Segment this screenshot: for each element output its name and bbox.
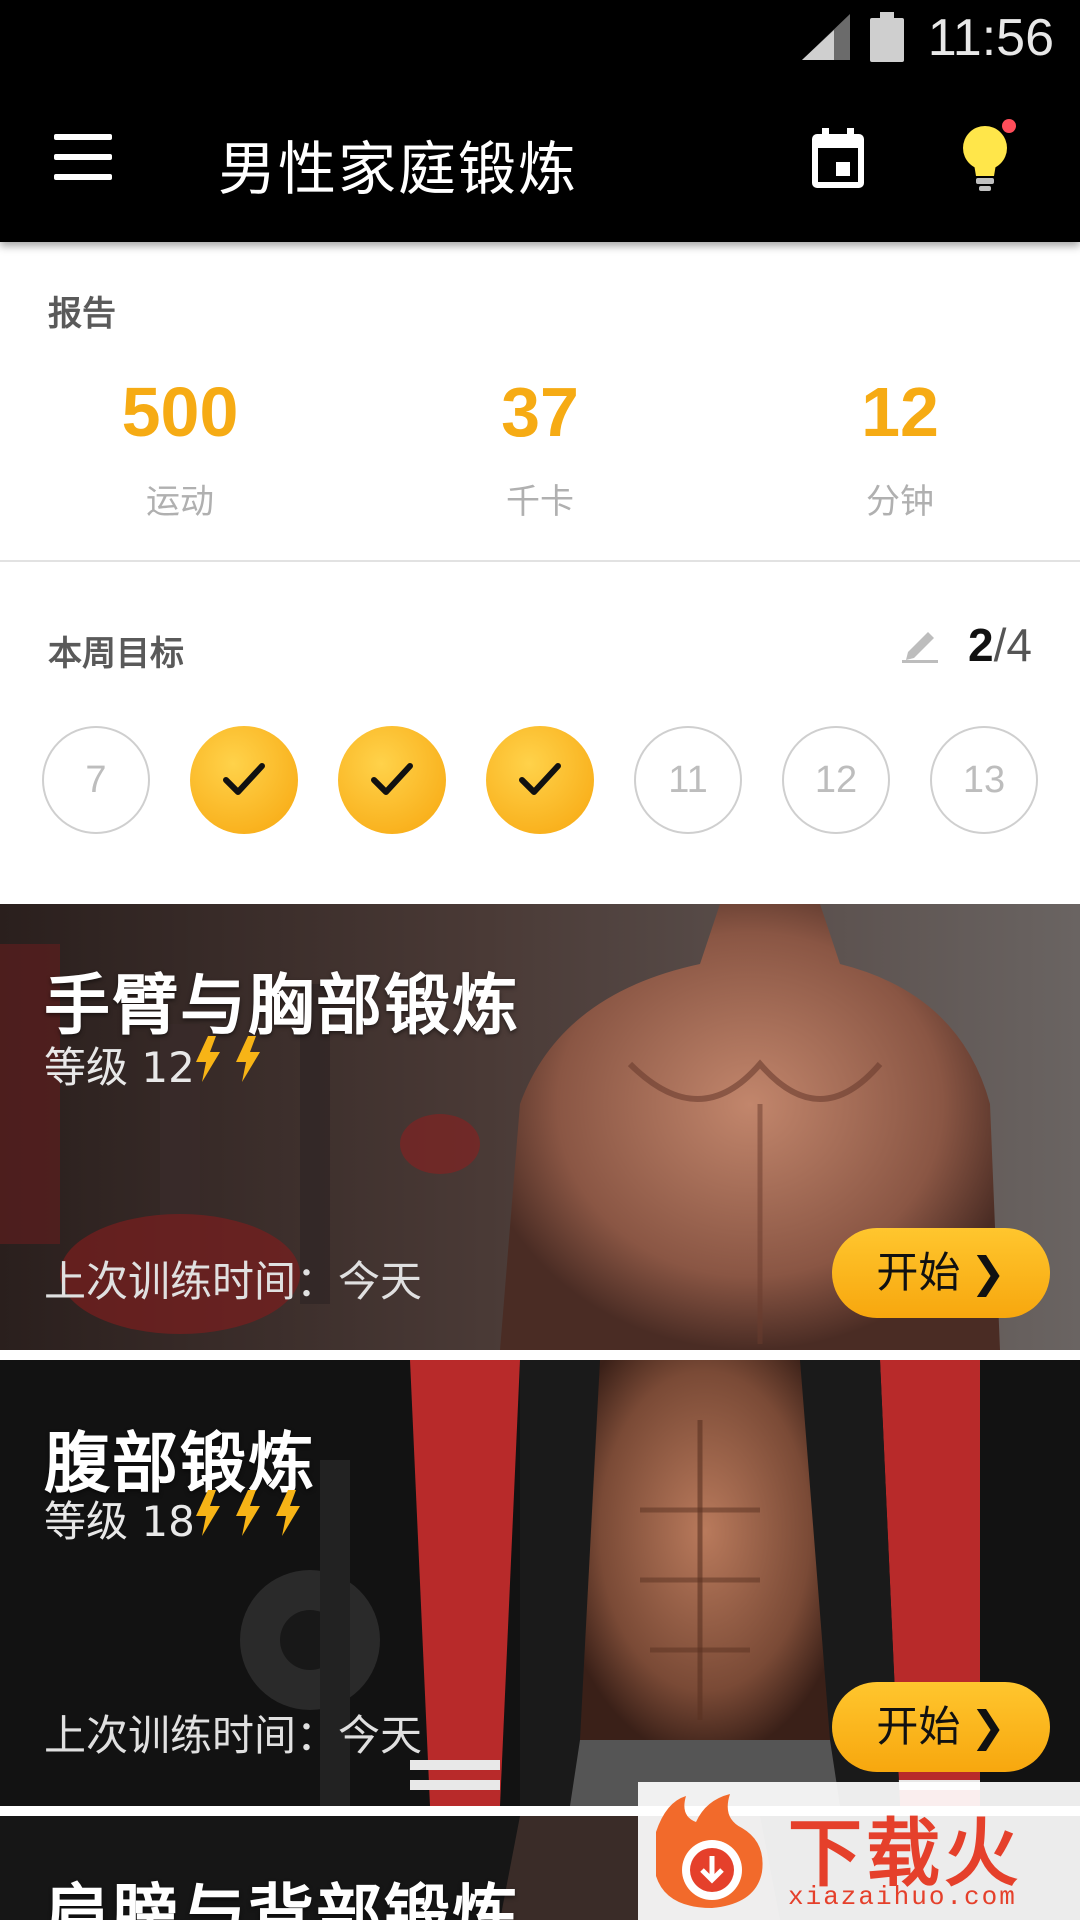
weekly-goal-counter: 2/4 bbox=[968, 618, 1032, 672]
last-trained: 上次训练时间：今天 bbox=[44, 1257, 423, 1306]
stat-calories: 37 千卡 bbox=[390, 372, 690, 523]
calendar-icon[interactable] bbox=[810, 128, 866, 190]
bolt-icon bbox=[276, 1490, 300, 1536]
stat-label: 运动 bbox=[146, 482, 214, 522]
day-circle-completed[interactable] bbox=[486, 726, 594, 834]
start-label: 开始 bbox=[876, 1702, 961, 1751]
bolt-icon bbox=[236, 1036, 260, 1082]
start-label: 开始 bbox=[876, 1248, 961, 1297]
day-circle[interactable]: 11 bbox=[634, 726, 742, 834]
workout-card-abs[interactable]: 腹部锻炼 等级 18 上次训练时间：今天 开始 ❯ bbox=[0, 1360, 1080, 1806]
bolt-icon bbox=[196, 1036, 220, 1082]
app-bar: 男性家庭锻炼 bbox=[0, 80, 1080, 242]
chevron-right-icon: ❯ bbox=[970, 1248, 1006, 1297]
workout-level: 等级 12 bbox=[44, 1043, 195, 1092]
checkmark-icon bbox=[371, 763, 413, 795]
goal-total: /4 bbox=[993, 619, 1032, 671]
report-label: 报告 bbox=[48, 294, 116, 334]
stat-exercises: 500 运动 bbox=[30, 372, 330, 523]
checkmark-icon bbox=[223, 763, 265, 795]
lightbulb-icon[interactable] bbox=[952, 118, 1022, 198]
intensity-bolts bbox=[196, 1490, 300, 1536]
day-circle[interactable]: 7 bbox=[42, 726, 150, 834]
workout-level: 等级 18 bbox=[44, 1497, 195, 1546]
battery-icon bbox=[870, 12, 904, 62]
menu-icon[interactable] bbox=[54, 134, 114, 184]
signal-icon bbox=[802, 14, 850, 60]
stat-minutes: 12 分钟 bbox=[750, 372, 1050, 523]
divider bbox=[0, 560, 1080, 562]
bolt-icon bbox=[236, 1490, 260, 1536]
flame-logo-icon bbox=[656, 1794, 763, 1908]
bolt-icon bbox=[196, 1490, 220, 1536]
day-label: 11 bbox=[668, 759, 708, 801]
status-time: 11:56 bbox=[927, 9, 1054, 67]
day-circle-completed[interactable] bbox=[338, 726, 446, 834]
day-label: 12 bbox=[814, 759, 858, 801]
stat-value: 37 bbox=[501, 373, 579, 451]
stat-label: 分钟 bbox=[866, 482, 934, 522]
workout-title: 肩膀与背部锻炼 bbox=[44, 1877, 520, 1920]
day-label: 7 bbox=[85, 759, 107, 801]
intensity-bolts bbox=[196, 1036, 260, 1082]
start-button[interactable]: 开始 ❯ bbox=[832, 1228, 1050, 1318]
checkmark-icon bbox=[519, 763, 561, 795]
pencil-icon[interactable] bbox=[900, 622, 940, 664]
stat-value: 12 bbox=[861, 373, 939, 451]
workout-card-arms-chest[interactable]: 手臂与胸部锻炼 等级 12 上次训练时间：今天 开始 ❯ bbox=[0, 904, 1080, 1350]
watermark-logo: 下载火 xiazaihuo.com bbox=[638, 1782, 1080, 1920]
last-trained: 上次训练时间：今天 bbox=[44, 1711, 423, 1760]
weekly-goal-label: 本周目标 bbox=[48, 634, 184, 674]
chevron-right-icon: ❯ bbox=[970, 1702, 1006, 1751]
day-circle-completed[interactable] bbox=[190, 726, 298, 834]
day-circle[interactable]: 12 bbox=[782, 726, 890, 834]
watermark-url: xiazaihuo.com bbox=[788, 1882, 1017, 1912]
stat-value: 500 bbox=[121, 373, 239, 451]
stat-label: 千卡 bbox=[506, 482, 574, 522]
status-bar: 11:56 bbox=[0, 0, 1080, 80]
day-label: 13 bbox=[962, 759, 1006, 801]
app-title: 男性家庭锻炼 bbox=[218, 135, 579, 203]
day-circle[interactable]: 13 bbox=[930, 726, 1038, 834]
goal-done: 2 bbox=[968, 619, 994, 671]
start-button[interactable]: 开始 ❯ bbox=[832, 1682, 1050, 1772]
